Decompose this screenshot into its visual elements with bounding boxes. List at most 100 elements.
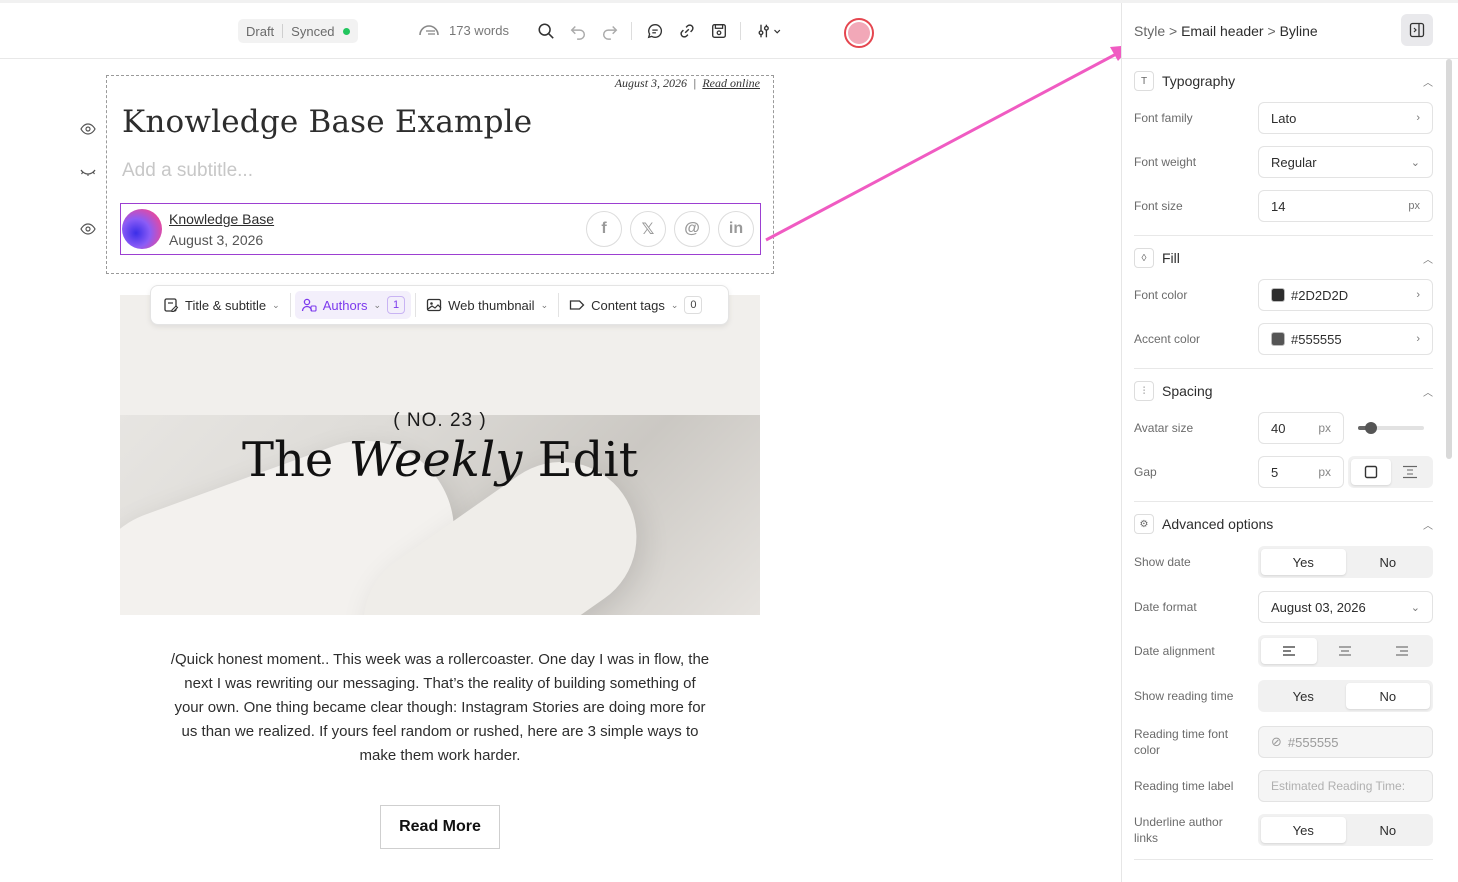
reading-time-label-label: Reading time label (1134, 779, 1234, 793)
user-avatar[interactable] (844, 18, 874, 48)
section-divider (1134, 235, 1433, 236)
save-icon[interactable] (708, 20, 730, 42)
crumb-style[interactable]: Style (1134, 23, 1165, 39)
reading-gauge-icon (419, 25, 439, 36)
show-date-no[interactable]: No (1346, 549, 1431, 575)
comment-icon[interactable] (644, 20, 666, 42)
font-weight-select[interactable]: Regular ⌄ (1258, 146, 1433, 178)
web-thumbnail-button[interactable]: Web thumbnail ⌄ (420, 291, 554, 319)
block-settings-bar: Title & subtitle ⌄ Authors ⌄ 1 Web thumb… (150, 285, 729, 325)
typography-section-header[interactable]: T Typography ︿ (1134, 70, 1433, 92)
font-color-label: Font color (1134, 288, 1188, 302)
accent-color-picker[interactable]: #555555 › (1258, 323, 1433, 355)
title-subtitle-button[interactable]: Title & subtitle ⌄ (157, 291, 286, 319)
align-right-icon[interactable] (1374, 638, 1430, 664)
underline-yes[interactable]: Yes (1261, 817, 1346, 843)
bar-divider (415, 293, 417, 317)
gap-all-option[interactable] (1351, 459, 1391, 485)
split-spacing-icon (1403, 465, 1418, 479)
content-tags-button[interactable]: Content tags ⌄ 0 (563, 291, 708, 319)
gap-individual-option[interactable] (1391, 459, 1431, 485)
spacing-title: Spacing (1162, 383, 1213, 399)
panel-toggle-button[interactable] (1401, 14, 1433, 46)
toolbar-divider (740, 22, 741, 40)
align-left-icon[interactable] (1261, 638, 1318, 664)
date-format-label: Date format (1134, 600, 1197, 614)
underline-no[interactable]: No (1346, 817, 1431, 843)
chevron-up-icon[interactable]: ︿ (1423, 384, 1433, 399)
underline-links-label: Underline author links (1134, 815, 1223, 845)
font-family-select[interactable]: Lato › (1258, 102, 1433, 134)
spacing-section-header[interactable]: ⫶ Spacing ︿ (1134, 380, 1433, 402)
search-icon[interactable] (535, 20, 557, 42)
gap-input[interactable]: 5 px (1258, 456, 1344, 488)
date-format-select[interactable]: August 03, 2026 ⌄ (1258, 591, 1433, 623)
status-pill: Draft Synced (238, 19, 358, 43)
read-more-button[interactable]: Read More (380, 805, 500, 849)
chevron-down-icon: ⌄ (670, 299, 679, 310)
link-icon[interactable] (676, 20, 698, 42)
header-meta: August 3, 2026 | Read online (615, 76, 760, 91)
font-size-unit: px (1408, 200, 1420, 212)
meta-separator: | (693, 76, 697, 90)
avatar-size-unit: px (1318, 421, 1331, 435)
reading-time-yes[interactable]: Yes (1261, 683, 1346, 709)
reading-time-label-row: Reading time label Estimated Reading Tim… (1134, 770, 1433, 802)
linkedin-icon[interactable]: in (718, 211, 754, 247)
crumb-sep: > (1169, 23, 1178, 39)
body-paragraph[interactable]: /Quick honest moment.. This week was a r… (170, 648, 710, 768)
spacing-icon: ⫶ (1134, 381, 1154, 401)
avatar-size-slider[interactable] (1358, 422, 1424, 434)
status-divider (282, 24, 284, 38)
chevron-right-icon: › (1416, 289, 1420, 301)
word-count[interactable]: 173 words (417, 21, 509, 39)
threads-icon[interactable]: @ (674, 211, 710, 247)
crumb-email-header[interactable]: Email header (1181, 23, 1264, 39)
advanced-section-header[interactable]: ⚙ Advanced options ︿ (1134, 513, 1433, 535)
gear-icon: ⚙ (1134, 514, 1154, 534)
fill-section-header[interactable]: ◊ Fill ︿ (1134, 247, 1433, 269)
font-weight-label: Font weight (1134, 155, 1197, 169)
undo-icon[interactable] (567, 20, 589, 42)
authors-label: Authors (322, 297, 368, 313)
authors-button[interactable]: Authors ⌄ 1 (294, 291, 412, 319)
chevron-up-icon[interactable]: ︿ (1423, 517, 1433, 532)
eye-closed-icon[interactable] (80, 164, 96, 178)
typography-icon: T (1134, 71, 1154, 91)
reading-time-no[interactable]: No (1345, 683, 1430, 709)
facebook-icon[interactable]: f (586, 211, 622, 247)
slider-knob[interactable] (1365, 422, 1378, 434)
x-icon[interactable]: 𝕏 (630, 211, 666, 247)
section-divider (1134, 501, 1433, 502)
square-icon (1364, 465, 1377, 479)
settings-sliders-icon[interactable] (754, 20, 786, 42)
eye-icon[interactable] (80, 122, 96, 136)
show-date-yes[interactable]: Yes (1261, 549, 1346, 575)
chevron-up-icon[interactable]: ︿ (1423, 74, 1433, 89)
read-online-link[interactable]: Read online (702, 76, 760, 91)
subtitle-input[interactable]: Add a subtitle... (122, 160, 253, 182)
redo-icon[interactable] (599, 20, 621, 42)
accent-color-swatch (1271, 332, 1285, 346)
font-size-input[interactable]: 14 px (1258, 190, 1433, 222)
avatar-size-input[interactable]: 40 px (1258, 412, 1344, 444)
avatar-size-value: 40 (1271, 420, 1286, 436)
hero-image[interactable]: ( NO. 23 ) The Weekly Edit (120, 295, 760, 615)
avatar-size-label: Avatar size (1134, 421, 1194, 435)
email-header-block[interactable]: August 3, 2026 | Read online Knowledge B… (106, 75, 774, 274)
disabled-icon: ⊘ (1271, 734, 1282, 749)
panel-scrollbar[interactable] (1446, 59, 1452, 459)
byline-block[interactable]: Knowledge Base August 3, 2026 f 𝕏 @ in (120, 203, 761, 255)
post-title[interactable]: Knowledge Base Example (122, 104, 532, 140)
chevron-up-icon[interactable]: ︿ (1423, 251, 1433, 266)
gap-label: Gap (1134, 465, 1157, 479)
reading-time-label-input[interactable]: Estimated Reading Time: (1258, 770, 1433, 802)
align-center-icon[interactable] (1317, 638, 1373, 664)
font-color-swatch (1271, 288, 1285, 302)
font-color-picker[interactable]: #2D2D2D › (1258, 279, 1433, 311)
author-name-link[interactable]: Knowledge Base (169, 211, 274, 227)
reading-time-color-picker[interactable]: ⊘ #555555 (1258, 726, 1433, 758)
eye-icon[interactable] (80, 222, 96, 236)
chevron-right-icon: › (1416, 333, 1420, 345)
font-color-row: Font color #2D2D2D › (1134, 279, 1433, 311)
